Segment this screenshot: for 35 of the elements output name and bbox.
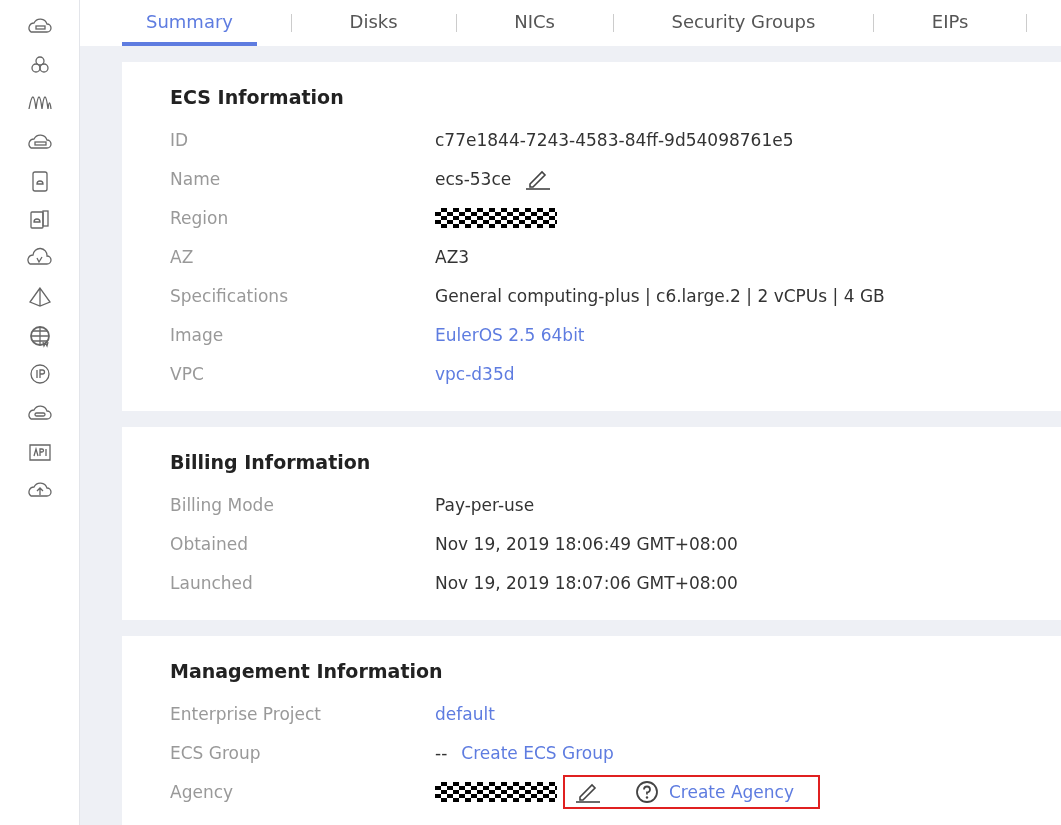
field-label: Billing Mode — [170, 494, 275, 515]
field-label: ID — [170, 129, 190, 150]
field-label: Name — [170, 168, 222, 189]
link[interactable]: EulerOS 2.5 64bit — [435, 324, 585, 345]
help-link[interactable]: Create Agency — [635, 779, 794, 804]
field-label: AZ — [170, 246, 195, 267]
field-value: ecs-53ce — [435, 168, 512, 189]
tab[interactable]: EIPs — [907, 0, 993, 46]
link[interactable]: vpc-d35d — [435, 363, 515, 384]
tab[interactable]: Disks — [325, 0, 422, 46]
field-value: c77e1844-7243-4583-84ff-9d54098761e5 — [435, 129, 794, 150]
field-value: -- — [435, 742, 448, 763]
tab[interactable]: NICs — [490, 0, 579, 46]
field-value: General computing-plus | c6.large.2 | 2 vCPUs | 4 GB — [435, 285, 885, 306]
field-value: Nov 19, 2019 18:07:06 GMT+08:00 — [435, 572, 738, 593]
field-label: Region — [170, 207, 230, 228]
section-title: Management Information — [170, 660, 444, 682]
field-label: Launched — [170, 572, 254, 593]
field-label: ECS Group — [170, 742, 262, 763]
field-label: Specifications — [170, 285, 289, 306]
field-label: Image — [170, 324, 225, 345]
link[interactable]: default — [435, 703, 495, 724]
field-label: Obtained — [170, 533, 249, 554]
field-value: AZ3 — [435, 246, 470, 267]
field-label: Agency — [170, 781, 235, 802]
tab[interactable]: Security Groups — [647, 0, 840, 46]
tab[interactable]: Summary — [122, 0, 257, 46]
field-value: Nov 19, 2019 18:06:49 GMT+08:00 — [435, 533, 738, 554]
help-icon — [635, 779, 659, 804]
link[interactable]: Create ECS Group — [461, 742, 614, 763]
field-value: Pay-per-use — [435, 494, 535, 515]
field-label: VPC — [170, 363, 205, 384]
field-label: Enterprise Project — [170, 703, 323, 724]
section-title: Billing Information — [170, 451, 372, 473]
section-title: ECS Information — [170, 86, 345, 108]
